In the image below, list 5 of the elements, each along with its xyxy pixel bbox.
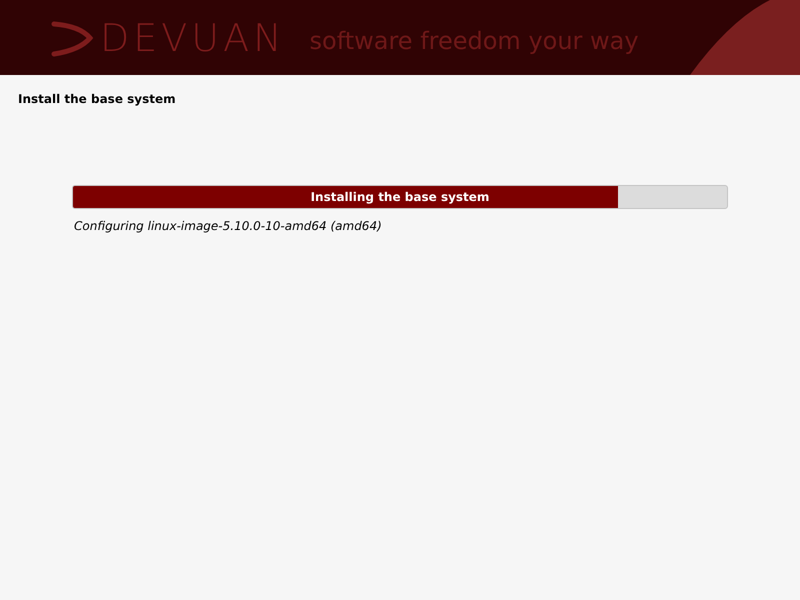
logo-text: DEVUAN [100,18,286,56]
tagline: software freedom your way [310,26,639,56]
status-text: Configuring linux-image-5.10.0-10-amd64 (amd64) [74,218,383,235]
progress-label: Installing the base system [310,189,490,206]
step-title: Install the base system [18,92,176,106]
